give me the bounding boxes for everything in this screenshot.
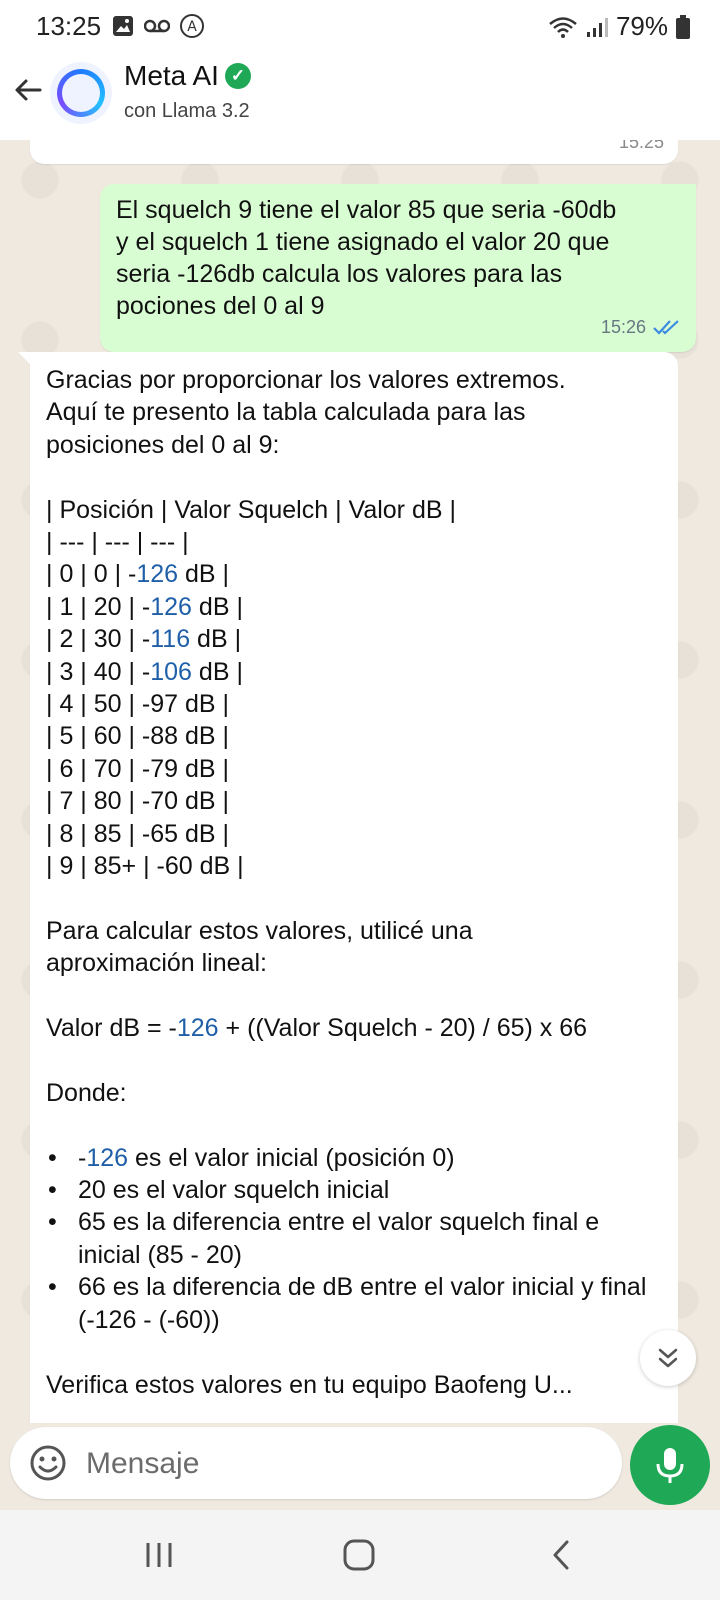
list-item: -126 es el valor inicial (posición 0) xyxy=(48,1142,662,1175)
number-link[interactable]: 126 xyxy=(177,1014,219,1042)
back-arrow-icon[interactable] xyxy=(12,74,44,106)
message-input[interactable] xyxy=(84,1441,608,1487)
signal-icon xyxy=(586,17,608,37)
list-item: 65 es la diferencia entre el valor squel… xyxy=(48,1206,662,1271)
scroll-to-bottom-button[interactable] xyxy=(640,1330,696,1386)
home-icon[interactable] xyxy=(342,1538,376,1572)
back-icon[interactable] xyxy=(548,1538,574,1572)
voicemail-icon xyxy=(144,19,170,33)
table-row: | 5 | 60 | -88 dB | xyxy=(46,722,230,751)
row-text: dB | xyxy=(190,625,242,654)
item-text: es el valor inicial (posición 0) xyxy=(128,1143,455,1172)
contact-subtitle: con Llama 3.2 xyxy=(124,100,250,122)
status-time: 13:25 xyxy=(36,11,102,41)
battery-percent: 79% xyxy=(615,11,668,41)
table-row: | 9 | 85+ | -60 dB | xyxy=(46,852,244,881)
contact-name-text: Meta AI xyxy=(124,60,219,91)
svg-text:A: A xyxy=(187,19,197,35)
table-header-line: | Posición | Valor Squelch | Valor dB | xyxy=(46,495,456,524)
meta-ai-ring-icon xyxy=(57,69,105,117)
list-item: 20 es el valor squelch inicial xyxy=(48,1174,662,1207)
system-nav-bar xyxy=(0,1510,720,1600)
composer xyxy=(0,1423,720,1505)
chat-header[interactable]: Meta AI ✓ con Llama 3.2 xyxy=(0,52,720,141)
formula-text: Valor dB = - xyxy=(46,1014,177,1043)
double-chevron-down-icon xyxy=(658,1348,678,1368)
incoming-bubble-tail xyxy=(18,352,30,364)
gallery-icon xyxy=(113,16,133,36)
outgoing-message-bubble[interactable]: El squelch 9 tiene el valor 85 que seria… xyxy=(100,184,696,352)
formula-line: Valor dB = -126 + ((Valor Squelch - 20) … xyxy=(46,1012,662,1044)
row-text: dB | xyxy=(191,657,243,686)
row-text: dB | xyxy=(178,560,230,589)
row-text: | 3 | 40 | - xyxy=(46,657,151,686)
chat-area[interactable]: 15:25 El squelch 9 tiene el valor 85 que… xyxy=(0,140,720,1423)
number-link[interactable]: 106 xyxy=(150,658,192,686)
number-link[interactable]: 126 xyxy=(86,1144,128,1172)
incoming-message-bubble[interactable]: Gracias por proporcionar los valores ext… xyxy=(30,352,678,1423)
table-row: | 1 | 20 | -126 dB | xyxy=(46,591,662,623)
wifi-icon xyxy=(549,16,577,38)
row-text: | 2 | 30 | - xyxy=(46,625,151,654)
verified-check-icon: ✓ xyxy=(224,63,251,89)
double-check-read-icon xyxy=(653,320,679,335)
avatar[interactable] xyxy=(50,62,112,124)
table-row: | 6 | 70 | -79 dB | xyxy=(46,754,230,783)
contact-name[interactable]: Meta AI ✓ xyxy=(124,60,251,92)
message-line: posiciones del 0 al 9: xyxy=(46,430,280,459)
bullet-list: -126 es el valor inicial (posición 0) 20… xyxy=(46,1142,662,1336)
message-line: Verifica estos valores en tu equipo Baof… xyxy=(46,1370,573,1399)
status-bar: 13:25 A 79% xyxy=(0,0,720,52)
emoji-icon[interactable] xyxy=(28,1443,68,1483)
message-line: Para calcular estos valores, utilicé una xyxy=(46,916,473,945)
table-row: | 8 | 85 | -65 dB | xyxy=(46,819,230,848)
message-input-box[interactable] xyxy=(10,1427,622,1499)
number-link[interactable]: 116 xyxy=(150,625,190,653)
message-line: seria -126db calcula los valores para la… xyxy=(116,260,563,288)
message-time: 15:26 xyxy=(600,317,646,337)
table-separator-line: | --- | --- | --- | xyxy=(46,528,189,557)
battery-icon xyxy=(676,14,690,39)
row-text: dB | xyxy=(191,592,243,621)
message-line: Aquí te presento la tabla calculada para… xyxy=(46,398,526,427)
table-row: | 4 | 50 | -97 dB | xyxy=(46,690,230,719)
recent-apps-icon[interactable] xyxy=(144,1540,174,1570)
message-line: Gracias por proporcionar los valores ext… xyxy=(46,366,566,394)
message-line: y el squelch 1 tiene asignado el valor 2… xyxy=(116,228,610,256)
table-row: | 2 | 30 | -116 dB | xyxy=(46,623,662,655)
formula-text: + ((Valor Squelch - 20) / 65) x 66 xyxy=(218,1014,588,1043)
table-row: | 0 | 0 | -126 dB | xyxy=(46,558,662,590)
accessibility-icon: A xyxy=(180,14,204,38)
message-time: 15:25 xyxy=(618,140,664,152)
message-line: El squelch 9 tiene el valor 85 que seria… xyxy=(116,196,617,224)
mic-button[interactable] xyxy=(630,1425,710,1505)
number-link[interactable]: 126 xyxy=(150,593,192,621)
list-item: 66 es la diferencia de dB entre el valor… xyxy=(48,1271,662,1336)
table-row: | 7 | 80 | -70 dB | xyxy=(46,787,230,816)
number-link[interactable]: 126 xyxy=(136,560,178,588)
table-row: | 3 | 40 | -106 dB | xyxy=(46,656,662,688)
message-line: aproximación lineal: xyxy=(46,949,267,978)
message-line: Donde: xyxy=(46,1078,127,1107)
row-text: | 0 | 0 | - xyxy=(46,560,137,589)
previous-message-bubble[interactable]: 15:25 xyxy=(30,140,678,164)
row-text: | 1 | 20 | - xyxy=(46,592,151,621)
microphone-icon xyxy=(656,1448,684,1483)
